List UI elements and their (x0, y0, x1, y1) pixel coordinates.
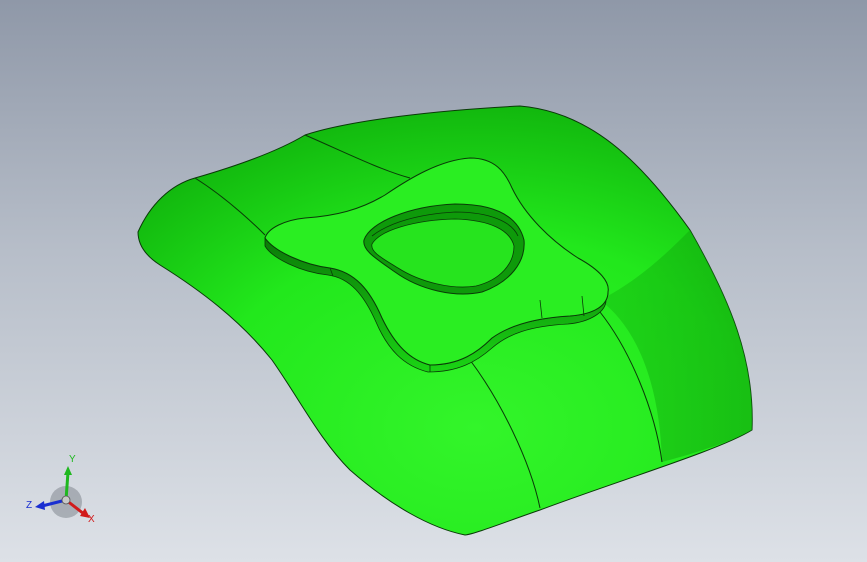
z-axis-label: Z (26, 500, 32, 511)
z-axis-arrow-icon (35, 501, 45, 510)
coordinate-triad[interactable]: Y X Z (22, 450, 102, 530)
y-axis-label: Y (69, 454, 76, 465)
x-axis-label: X (88, 514, 95, 525)
y-axis-arrow-icon (64, 466, 72, 475)
graphics-viewport[interactable]: Y X Z (0, 0, 867, 562)
triad-origin (61, 495, 71, 505)
3d-model-surface[interactable] (0, 0, 867, 562)
